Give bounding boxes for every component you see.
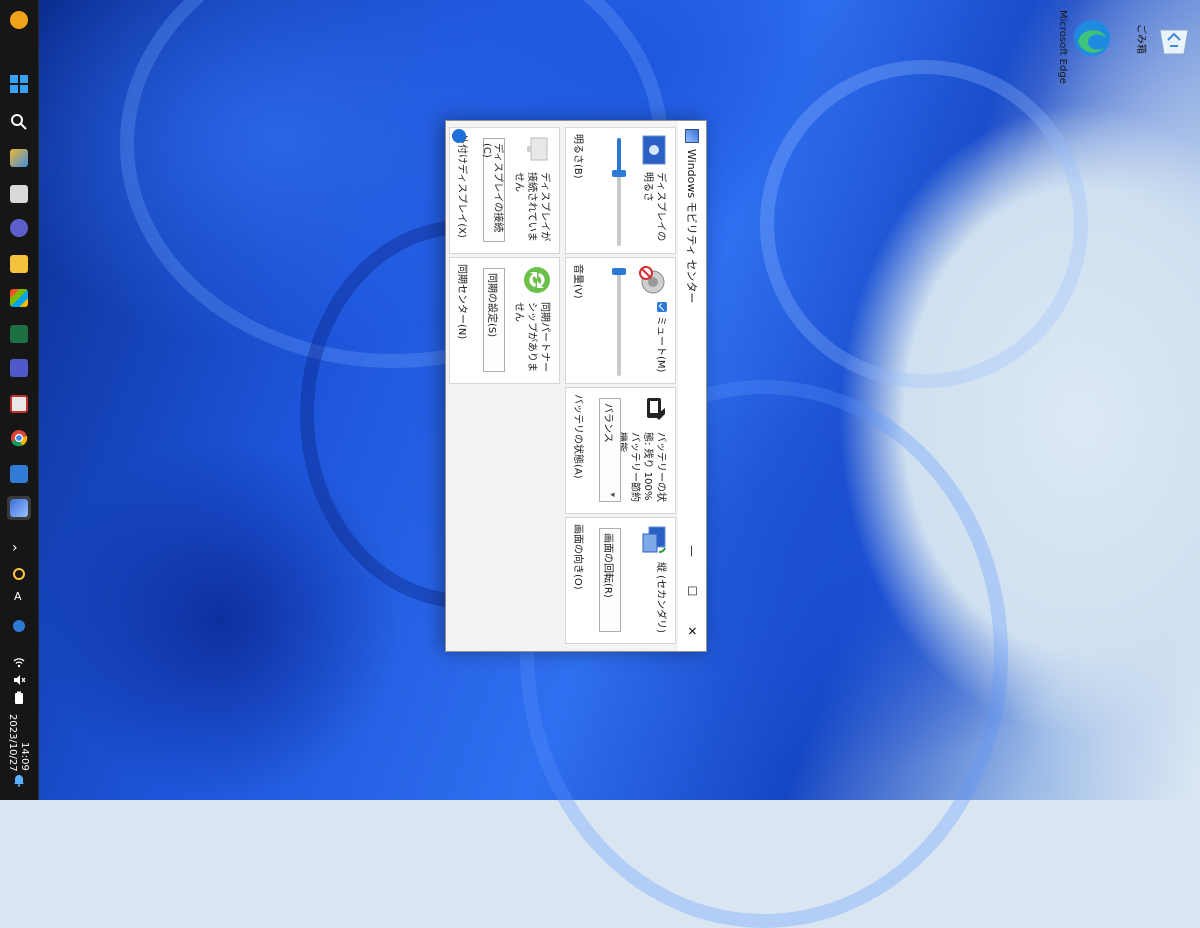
orientation-label: 画面の向き(O) <box>572 524 583 590</box>
mobility-center-window-wrapper: Windows モビリティ センター — ☐ ✕ ディスプレイの明るさ 明るさ(… <box>445 120 707 652</box>
mobility-center-icon <box>10 499 28 517</box>
taskbar: › A 14:09 2023/10/27 <box>0 0 39 800</box>
tray-overflow-chevron-icon[interactable]: › <box>12 540 18 556</box>
taskbar-app-todo[interactable] <box>7 392 31 416</box>
mute-checkbox-row[interactable]: ミュート(M) <box>654 302 667 380</box>
taskbar-app-teams-chat[interactable] <box>7 216 31 240</box>
orientation-text: 縦 (セカンダリ) <box>655 562 666 633</box>
battery-status-text: バッテリーの状態: 残り 100% バッテリー節約機能... <box>616 432 666 502</box>
notification-button[interactable] <box>7 768 31 792</box>
tray-edge[interactable] <box>7 614 31 638</box>
mobility-center-window: Windows モビリティ センター — ☐ ✕ ディスプレイの明るさ 明るさ(… <box>445 120 707 652</box>
sync-settings-button[interactable]: 同期の設定(S) <box>483 268 505 372</box>
tile-volume: ミュート(M) 音量(V) <box>565 257 676 384</box>
brightness-slider-thumb[interactable] <box>612 169 626 177</box>
close-button[interactable]: ✕ <box>678 611 706 651</box>
external-display-icon <box>527 137 548 161</box>
power-plan-value: バランス <box>602 403 614 443</box>
mute-label: ミュート(M) <box>655 316 666 373</box>
battery-plug-icon <box>647 398 665 420</box>
tray-app-icon <box>13 620 25 632</box>
taskbar-app-store[interactable] <box>7 286 31 310</box>
volume-slider[interactable] <box>612 268 626 376</box>
brightness-label: 明るさ(B) <box>572 134 583 179</box>
volume-slider-thumb[interactable] <box>612 268 626 276</box>
volume-label: 音量(V) <box>572 264 583 299</box>
ime-indicator[interactable]: A <box>14 590 22 603</box>
store-icon <box>10 289 28 307</box>
tile-rotation: 縦 (セカンダリ) 画面の回転(R) 画面の向き(O) <box>565 517 676 644</box>
sync-status-text: 同期パートナーシップがありません <box>513 302 550 372</box>
taskbar-app-teams[interactable] <box>7 356 31 380</box>
mobility-center-icon <box>685 129 699 143</box>
desktop-icon-recycle-bin[interactable] <box>1156 24 1192 56</box>
window-controls: — ☐ ✕ <box>678 531 706 651</box>
battery-label: バッテリの状態(A) <box>572 394 583 479</box>
taskbar-app-excel[interactable] <box>7 322 31 346</box>
taskbar-app-mobility-center[interactable] <box>7 496 31 520</box>
mute-checkbox[interactable] <box>657 302 667 312</box>
desktop-icon-edge[interactable] <box>1070 16 1114 60</box>
maximize-button[interactable]: ☐ <box>678 571 706 611</box>
tile-battery: バッテリーの状態: 残り 100% バッテリー節約機能... バランス ▾ バッ… <box>565 387 676 514</box>
screen-rotation-icon <box>642 526 666 553</box>
brightness-slider[interactable] <box>612 138 626 246</box>
notes-icon <box>10 465 28 483</box>
display-status-text: ディスプレイが接続されていません <box>513 172 550 242</box>
brightness-text: ディスプレイの明るさ <box>642 172 666 242</box>
tile-external-display: ディスプレイが接続されていません ディスプレイの接続(C) 外付けディスプレイ(… <box>449 127 560 254</box>
brightness-icon <box>642 135 666 165</box>
chat-icon <box>10 219 28 237</box>
file-explorer-icon <box>10 255 28 273</box>
wallpaper-ribbon <box>760 60 1088 388</box>
battery-icon <box>15 691 23 704</box>
rotate-screen-button[interactable]: 画面の回転(R) <box>599 528 621 632</box>
sync-status-icon <box>13 568 25 580</box>
chevron-down-icon: ▾ <box>607 492 617 497</box>
clock-time[interactable]: 14:09 <box>19 742 30 771</box>
excel-icon <box>10 325 28 343</box>
help-icon[interactable] <box>452 129 466 143</box>
tile-brightness: ディスプレイの明るさ 明るさ(B) <box>565 127 676 254</box>
speaker-muted-icon <box>639 266 665 294</box>
windows-logo-icon <box>10 75 28 93</box>
sync-icon <box>524 267 550 293</box>
taskbar-app-taskview[interactable] <box>7 182 31 206</box>
tiles-grid: ディスプレイの明るさ 明るさ(B) ミュート(M) 音量(V) バッテリーの状態… <box>448 127 676 647</box>
clock-date[interactable]: 2023/10/27 <box>7 714 18 772</box>
weather-icon <box>10 11 28 29</box>
task-view-icon <box>10 185 28 203</box>
recycle-bin-icon <box>1159 29 1189 55</box>
taskbar-app-explorer[interactable] <box>7 252 31 276</box>
title-bar[interactable]: Windows モビリティ センター — ☐ ✕ <box>678 121 706 651</box>
taskbar-app-chrome[interactable] <box>7 426 31 450</box>
sync-center-label: 同期センター(N) <box>456 264 467 340</box>
taskbar-app-notes[interactable] <box>7 462 31 486</box>
connect-display-button[interactable]: ディスプレイの接続(C) <box>481 138 505 242</box>
search-icon <box>11 114 27 130</box>
external-display-label: 外付けディスプレイ(X) <box>456 134 467 238</box>
power-plan-select[interactable]: バランス ▾ <box>599 398 621 502</box>
tile-sync-center: 同期パートナーシップがありません 同期の設定(S) 同期センター(N) <box>449 257 560 384</box>
minimize-button[interactable]: — <box>678 531 706 571</box>
widgets-icon <box>10 149 28 167</box>
bell-icon <box>14 775 24 787</box>
tray-onedrive[interactable] <box>7 562 31 586</box>
edge-icon <box>1074 20 1110 56</box>
volume-muted-icon <box>14 675 26 685</box>
checklist-icon <box>10 395 28 413</box>
start-button[interactable] <box>7 72 31 96</box>
taskbar-weather-widget[interactable] <box>7 8 31 32</box>
teams-icon <box>10 359 28 377</box>
brightness-slider-fill <box>617 138 621 173</box>
chrome-icon <box>11 430 28 447</box>
desktop-icon-recycle-bin-label: ごみ箱 <box>1135 24 1146 54</box>
wifi-icon <box>13 658 25 668</box>
desktop-icon-edge-label: Microsoft Edge <box>1057 10 1068 84</box>
window-title: Windows モビリティ センター <box>685 149 698 304</box>
search-button[interactable] <box>7 110 31 134</box>
taskbar-app-widgets[interactable] <box>7 146 31 170</box>
tray-battery[interactable] <box>7 686 31 710</box>
